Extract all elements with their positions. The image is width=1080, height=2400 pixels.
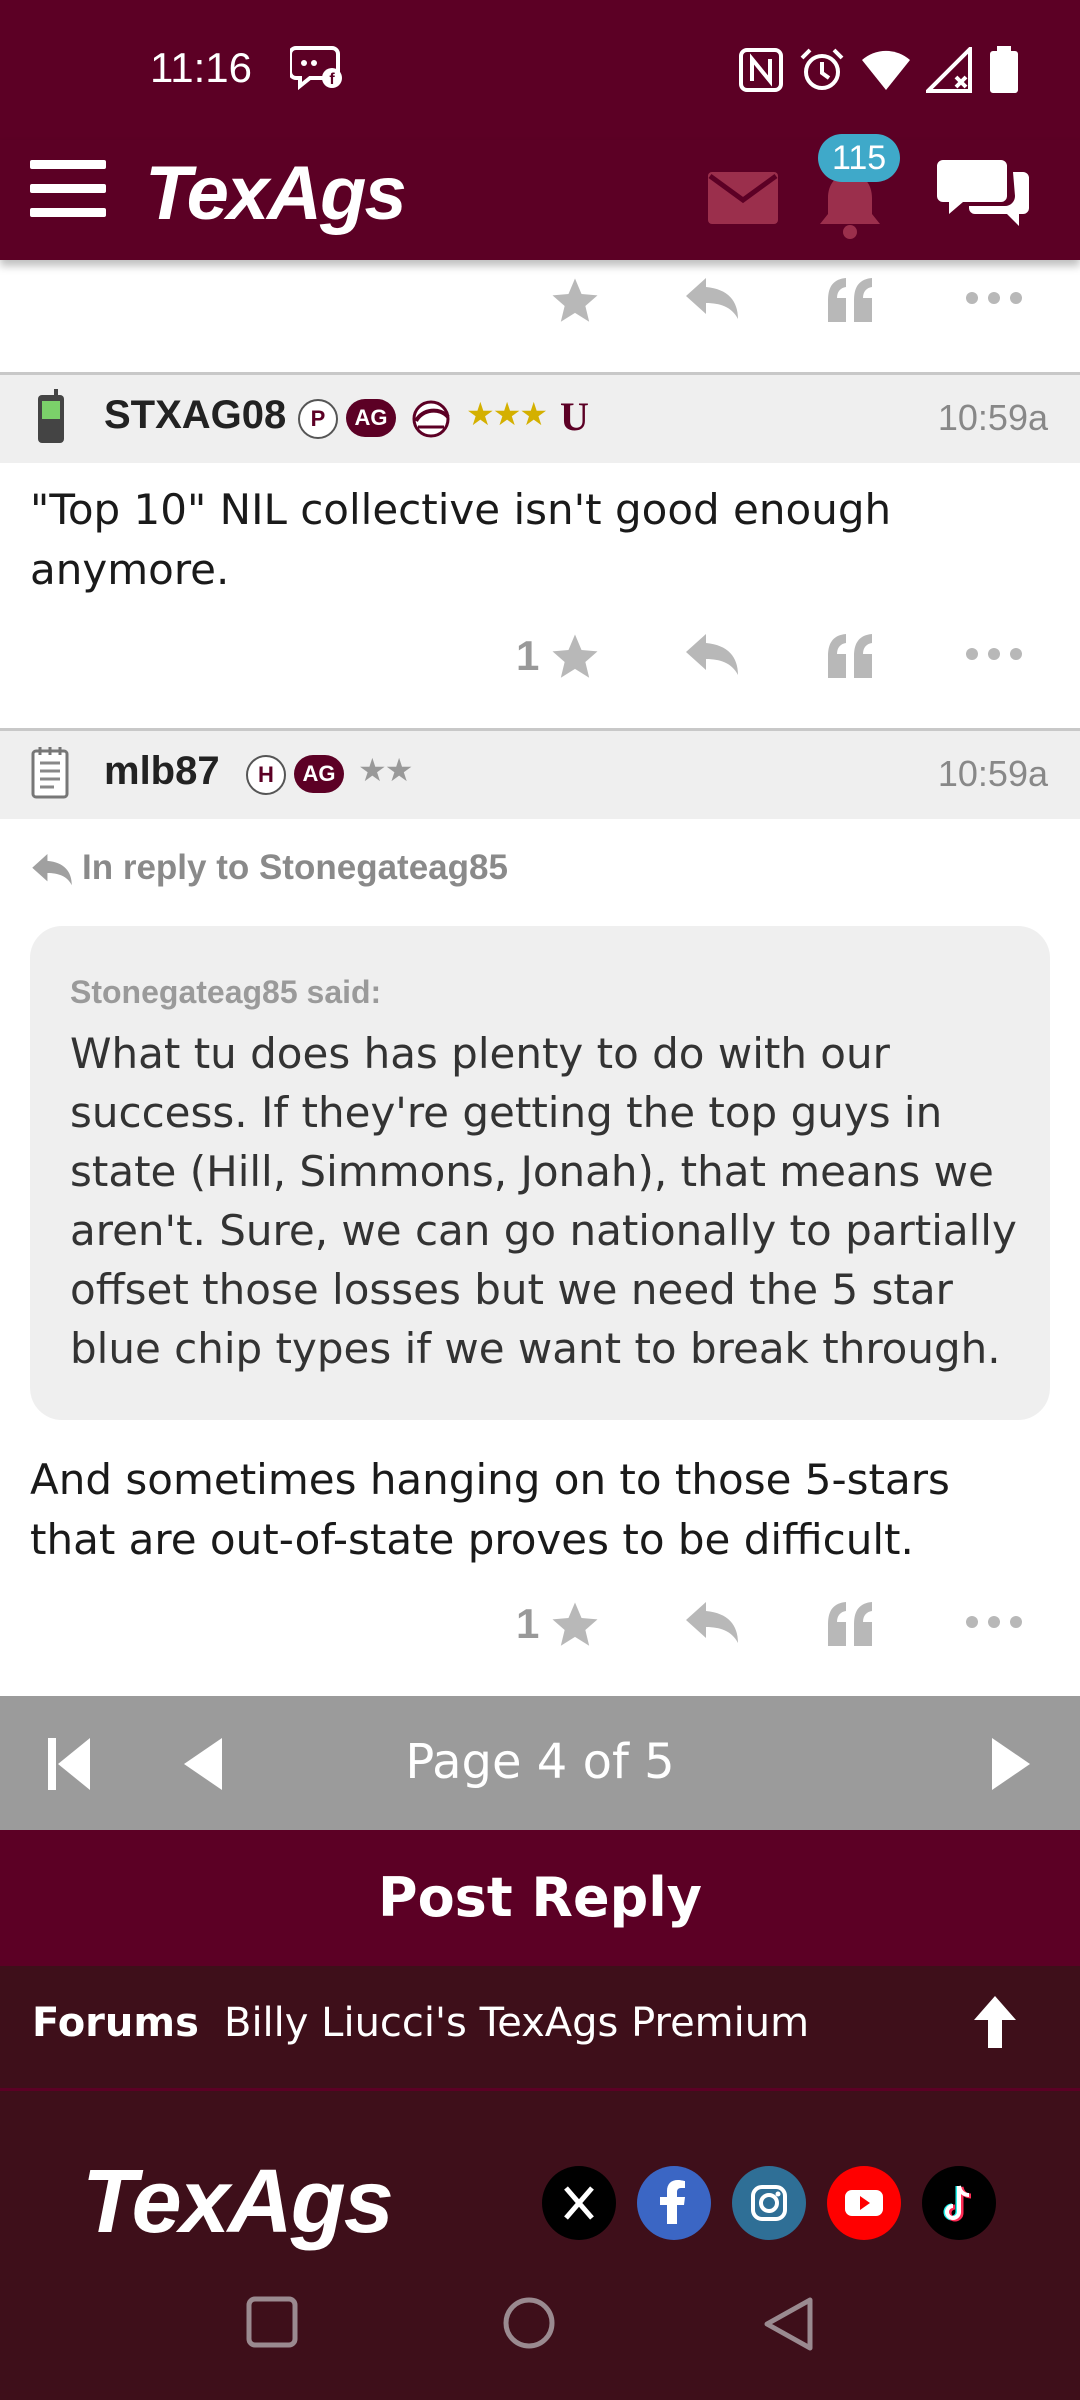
in-reply-to[interactable]: In reply to Stonegateag85 [30,848,508,889]
quote-author: Stonegateag85 said: [70,974,382,1010]
system-navigation-bar [0,2240,1080,2400]
quote-text: What tu does has plenty to do with our s… [70,1029,1017,1373]
post-actions: 1 [0,622,1080,702]
recent-apps-icon[interactable] [246,2296,298,2352]
page-indicator[interactable]: Page 4 of 5 [0,1734,1080,1790]
post-header: STXAG08 P AG ★★★ U 10:59a [0,375,1080,463]
quote-icon[interactable] [824,630,876,686]
alarm-icon [798,46,846,98]
home-icon[interactable] [502,2296,556,2354]
facebook-icon[interactable] [637,2166,711,2240]
notifications-count-badge[interactable]: 115 [818,134,901,182]
helmet-icon [408,399,454,443]
messenger-notification-icon: f [288,44,346,96]
youtube-icon[interactable] [827,2166,901,2240]
post-actions: 1 [0,1590,1080,1670]
h-badge: H [246,755,286,795]
phone-avatar-icon [34,389,68,449]
quote-block: Stonegateag85 said: What tu does has ple… [30,926,1050,1420]
star-icon[interactable] [548,630,602,688]
breadcrumb-current-forum[interactable]: Billy Liucci's TexAgs Premium [224,2000,809,2046]
next-page-icon[interactable] [990,1736,1034,1796]
x-twitter-icon[interactable] [542,2166,616,2240]
more-options-icon[interactable] [964,644,1024,668]
reply-icon [32,853,72,885]
star-icon[interactable] [548,1598,602,1656]
star-icon[interactable] [548,274,602,332]
battery-icon [988,46,1020,98]
mail-icon[interactable] [706,170,780,230]
ag-badge: AG [294,755,344,793]
chat-icon[interactable] [935,150,1035,238]
more-options-icon[interactable] [964,288,1024,312]
post-username[interactable]: mlb87 [104,749,220,794]
breadcrumb-forums[interactable]: Forums [32,2000,199,2046]
rating-stars: ★★ [358,751,413,789]
signal-icon [923,44,974,97]
nfc-icon [738,47,784,97]
ag-badge: AG [346,399,396,437]
instagram-icon[interactable] [732,2166,806,2240]
post-header: mlb87 H AG ★★ 10:59a [0,731,1080,819]
texags-logo[interactable]: TexAgs [145,150,407,237]
quote-icon[interactable] [824,274,876,330]
premium-badge: P [298,399,338,439]
reply-icon[interactable] [684,1598,740,1652]
more-options-icon[interactable] [964,1612,1024,1636]
post-time: 10:59a [937,397,1048,438]
star-count: 1 [516,632,540,679]
pagination-bar: Page 4 of 5 [0,1696,1080,1830]
status-bar: 11:16 f [0,0,1080,140]
post-reply-button[interactable]: Post Reply [0,1830,1080,1966]
footer-logo[interactable]: TexAgs [82,2151,394,2254]
university-icon: U [560,394,589,439]
post-body: "Top 10" NIL collective isn't good enoug… [30,485,892,594]
reply-icon[interactable] [684,630,740,684]
post-actions [0,266,1080,346]
wifi-icon [860,48,912,96]
breadcrumb: Forums Billy Liucci's TexAgs Premium [0,1966,1080,2091]
app-header: TexAgs 115 [0,134,1080,260]
quote-icon[interactable] [824,1598,876,1654]
rating-stars: ★★★ [466,395,548,433]
tiktok-icon[interactable] [922,2166,996,2240]
menu-icon[interactable] [30,160,106,220]
post-username[interactable]: STXAG08 [104,393,286,438]
star-count: 1 [516,1600,540,1647]
post-body: And sometimes hanging on to those 5-star… [30,1455,950,1564]
post-time: 10:59a [937,753,1048,794]
in-reply-to-text[interactable]: In reply to Stonegateag85 [82,848,508,887]
back-icon[interactable] [762,2296,814,2356]
svg-text:f: f [329,71,335,88]
reply-icon[interactable] [684,274,740,328]
scroll-to-top-icon[interactable] [970,1994,1020,2054]
status-time: 11:16 [150,44,252,91]
notepad-avatar-icon [30,745,70,805]
